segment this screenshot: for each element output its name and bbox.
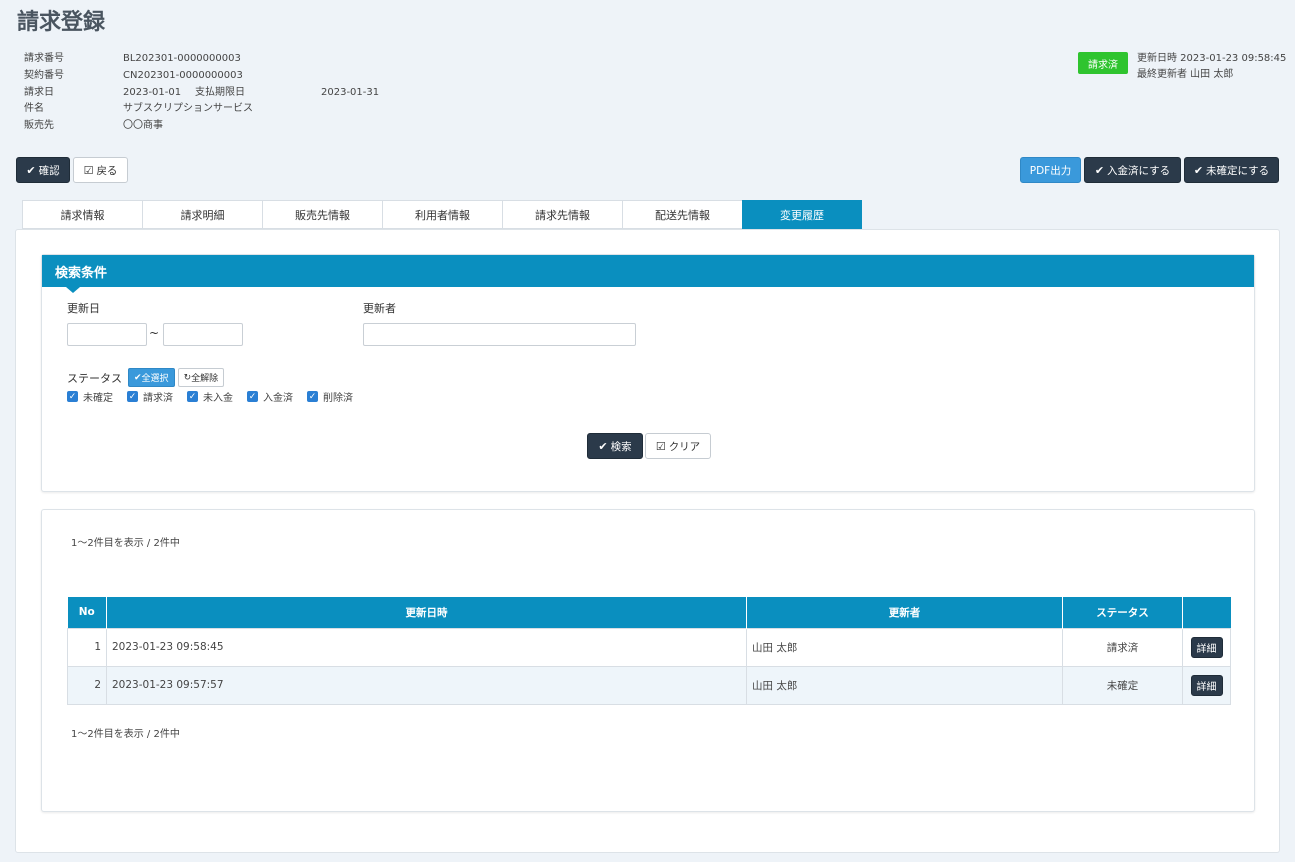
search-panel-title: 検索条件 [42,255,1254,293]
search-panel: 検索条件 更新日 ~ 更新者 ステータス ✔ 全選択 ↻ 全解除 ✓ 未確定 ✓ 請求済… [41,254,1255,492]
tab-change-history[interactable]: 変更履歴 [742,200,862,234]
check-icon: ✔ [1094,163,1105,177]
row-status: 請求済 [1062,627,1183,667]
status-checkboxes: ✓ 未確定 ✓ 請求済 ✓ 未入金 ✓ 入金済 ✓ 削除済 [67,389,367,404]
refresh-icon: ↻ [183,372,192,383]
check-icon: ✔ [134,372,142,383]
checked-icon: ✓ [247,391,258,402]
updated-at: 更新日時 2023-01-23 09:58:45 [1137,53,1287,64]
table-row: 2 2023-01-23 09:57:57 山田 太郎 未確定 詳細 [67,665,1231,705]
col-updated-at: 更新日時 [106,597,747,628]
tab-shipping-info[interactable]: 配送先情報 [622,200,742,229]
back-button[interactable]: ☑ 戻る [73,157,128,183]
tab-invoice-info[interactable]: 請求情報 [22,200,142,229]
status-label: ステータス [67,371,122,385]
mark-unconfirmed-button[interactable]: ✔ 未確定にする [1184,157,1279,183]
contract-no: CN202301-0000000003 [123,69,243,81]
confirm-button[interactable]: ✔ 確認 [16,157,70,183]
subject: サブスクリプションサービス [123,103,253,115]
checked-icon: ✓ [187,391,198,402]
customer-label: 販売先 [24,120,54,132]
check-icon: ✔ [598,439,608,453]
invoice-no: BL202301-0000000003 [123,53,241,64]
row-updated-at: 2023-01-23 09:57:57 [106,665,747,705]
row-no: 1 [67,627,107,667]
checked-icon: ✓ [127,391,138,402]
table-row: 1 2023-01-23 09:58:45 山田 太郎 請求済 詳細 [67,627,1231,667]
invoice-date-label: 請求日 [24,86,54,98]
updater-input[interactable] [363,323,636,346]
clear-button[interactable]: ☑ クリア [645,433,711,459]
tab-invoice-details[interactable]: 請求明細 [142,200,262,229]
page-title: 請求登録 [17,10,106,35]
row-updater: 山田 太郎 [746,627,1063,667]
history-table: No 更新日時 更新者 ステータス 1 2023-01-23 09:58:45 … [67,597,1231,705]
detail-button[interactable]: 詳細 [1190,674,1223,696]
results-panel: 1～2件目を表示 / 2件中 No 更新日時 更新者 ステータス 1 2023-… [41,509,1255,812]
edit-icon: ☑ [655,439,666,453]
update-info: 更新日時 2023-01-23 09:58:45 最終更新者 山田 太郎 [1137,51,1286,83]
pdf-export-button[interactable]: PDF出力 [1020,157,1081,183]
customer: 〇〇商事 [123,120,163,132]
result-count-top: 1～2件目を表示 / 2件中 [71,538,180,549]
row-no: 2 [67,665,107,705]
invoice-date: 2023-01-01 [123,86,182,98]
search-button[interactable]: ✔ 検索 [587,433,643,459]
tab-billing-info[interactable]: 請求先情報 [502,200,622,229]
col-no: No [67,597,107,628]
range-tilde: ~ [149,326,160,340]
updated-by: 最終更新者 山田 太郎 [1137,69,1234,80]
col-action [1182,597,1231,628]
col-updater: 更新者 [746,597,1063,628]
invoice-meta: 請求番号 BL202301-0000000003 契約番号 CN202301-000… [24,51,379,135]
row-updated-at: 2023-01-23 09:58:45 [106,627,747,667]
checked-icon: ✓ [307,391,318,402]
due-date-label: 支払期限日 [195,86,245,98]
date-to-input[interactable] [163,323,243,346]
subject-label: 件名 [24,103,44,115]
date-from-input[interactable] [67,323,147,346]
checkbox-invoiced[interactable]: ✓ 請求済 [127,389,173,404]
row-updater: 山田 太郎 [746,665,1063,705]
row-status: 未確定 [1062,665,1183,705]
tab-user-info[interactable]: 利用者情報 [382,200,502,229]
invoice-no-label: 請求番号 [24,53,64,64]
updater-label: 更新者 [363,302,396,315]
tab-bar: 請求情報 請求明細 販売先情報 利用者情報 請求先情報 配送先情報 変更履歴 [22,200,862,234]
select-all-button[interactable]: ✔ 全選択 [128,368,175,387]
tab-customer-info[interactable]: 販売先情報 [262,200,382,229]
result-count-bottom: 1～2件目を表示 / 2件中 [71,729,180,740]
edit-icon: ☑ [83,163,94,177]
checkbox-unconfirmed[interactable]: ✓ 未確定 [67,389,113,404]
check-icon: ✔ [1193,163,1204,177]
check-icon: ✔ [26,163,36,177]
mark-paid-button[interactable]: ✔ 入金済にする [1084,157,1181,183]
checkbox-unpaid[interactable]: ✓ 未入金 [187,389,233,404]
checked-icon: ✓ [67,391,78,402]
clear-all-button[interactable]: ↻ 全解除 [177,368,225,387]
status-filter: ステータス ✔ 全選択 ↻ 全解除 [67,368,227,387]
col-status: ステータス [1062,597,1183,628]
updated-date-label: 更新日 [67,302,100,315]
checkbox-paid[interactable]: ✓ 入金済 [247,389,293,404]
tab-content: 検索条件 更新日 ~ 更新者 ステータス ✔ 全選択 ↻ 全解除 ✓ 未確定 ✓ 請求済… [15,229,1280,853]
status-badge: 請求済 [1078,52,1128,74]
contract-no-label: 契約番号 [24,69,64,81]
detail-button[interactable]: 詳細 [1190,636,1223,658]
checkbox-deleted[interactable]: ✓ 削除済 [307,389,353,404]
due-date: 2023-01-31 [321,86,380,98]
